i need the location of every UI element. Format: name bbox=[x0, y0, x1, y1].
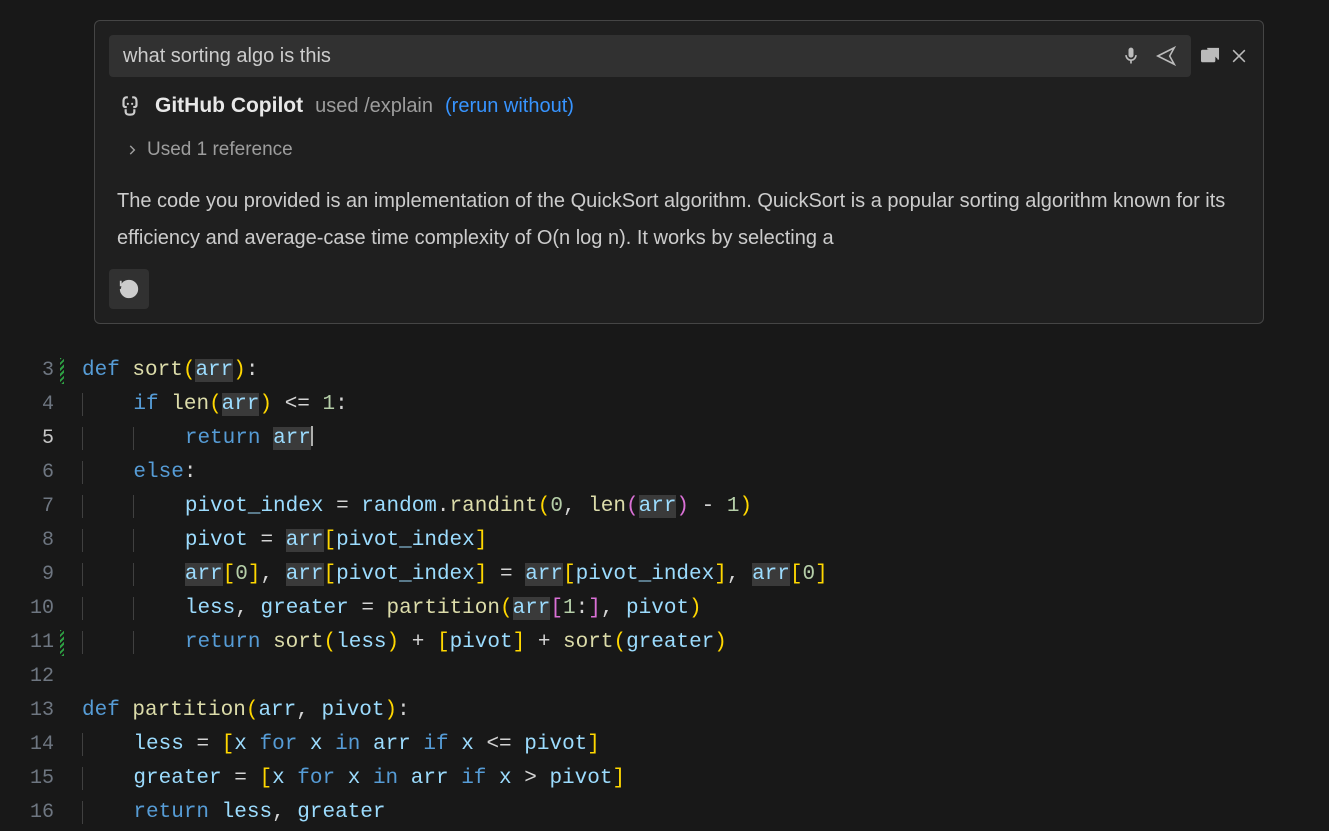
copilot-logo-icon bbox=[117, 93, 143, 119]
code-line-15[interactable]: 15 greater = [x for x in arr if x > pivo… bbox=[0, 762, 1329, 796]
line-number: 7 bbox=[0, 490, 60, 524]
copilot-chat-panel: GitHub Copilot used /explain (rerun with… bbox=[94, 20, 1264, 324]
text-cursor bbox=[311, 426, 313, 446]
used-command: used /explain bbox=[315, 95, 433, 118]
chat-input[interactable] bbox=[109, 35, 1191, 77]
send-icon[interactable] bbox=[1155, 45, 1177, 67]
code-line-8[interactable]: 8 pivot = arr[pivot_index] bbox=[0, 524, 1329, 558]
line-number: 10 bbox=[0, 592, 60, 626]
line-number: 14 bbox=[0, 728, 60, 762]
response-header: GitHub Copilot used /explain (rerun with… bbox=[95, 87, 1263, 123]
line-number: 11 bbox=[0, 626, 60, 660]
explanation-text: The code you provided is an implementati… bbox=[95, 169, 1263, 265]
chat-controls bbox=[1121, 45, 1177, 67]
line-number: 3 bbox=[0, 354, 60, 388]
code-line-10[interactable]: 10 less, greater = partition(arr[1:], pi… bbox=[0, 592, 1329, 626]
line-number: 15 bbox=[0, 762, 60, 796]
code-line-12[interactable]: 12 bbox=[0, 660, 1329, 694]
provider-name: GitHub Copilot bbox=[155, 94, 303, 118]
code-line-7[interactable]: 7 pivot_index = random.randint(0, len(ar… bbox=[0, 490, 1329, 524]
line-number: 4 bbox=[0, 388, 60, 422]
code-line-14[interactable]: 14 less = [x for x in arr if x <= pivot] bbox=[0, 728, 1329, 762]
chat-input-row bbox=[109, 35, 1249, 77]
code-line-11[interactable]: 11 return sort(less) + [pivot] + sort(gr… bbox=[0, 626, 1329, 660]
references-toggle[interactable]: Used 1 reference bbox=[95, 123, 1263, 169]
gutter-decoration bbox=[60, 630, 64, 656]
line-number: 9 bbox=[0, 558, 60, 592]
action-row bbox=[95, 265, 1263, 323]
code-line-13[interactable]: 13 def partition(arr, pivot): bbox=[0, 694, 1329, 728]
close-icon[interactable] bbox=[1229, 46, 1249, 66]
gutter-decoration bbox=[60, 358, 64, 384]
retry-icon bbox=[118, 278, 140, 300]
code-line-4[interactable]: 4 if len(arr) <= 1: bbox=[0, 388, 1329, 422]
mic-icon[interactable] bbox=[1121, 46, 1141, 66]
chevron-right-icon bbox=[125, 143, 139, 157]
code-line-9[interactable]: 9 arr[0], arr[pivot_index] = arr[pivot_i… bbox=[0, 558, 1329, 592]
code-editor[interactable]: 3 def sort(arr): 4 if len(arr) <= 1: 5 r… bbox=[0, 354, 1329, 830]
line-number: 12 bbox=[0, 660, 60, 694]
chat-panel-icon[interactable] bbox=[1199, 45, 1221, 67]
code-line-6[interactable]: 6 else: bbox=[0, 456, 1329, 490]
line-number: 13 bbox=[0, 694, 60, 728]
line-number: 16 bbox=[0, 796, 60, 830]
rerun-link[interactable]: (rerun without) bbox=[445, 95, 574, 118]
code-line-3[interactable]: 3 def sort(arr): bbox=[0, 354, 1329, 388]
retry-button[interactable] bbox=[109, 269, 149, 309]
line-number: 8 bbox=[0, 524, 60, 558]
line-number: 5 bbox=[0, 422, 60, 456]
code-line-16[interactable]: 16 return less, greater bbox=[0, 796, 1329, 830]
code-line-5[interactable]: 5 return arr bbox=[0, 422, 1329, 456]
line-number: 6 bbox=[0, 456, 60, 490]
references-label: Used 1 reference bbox=[147, 139, 293, 161]
